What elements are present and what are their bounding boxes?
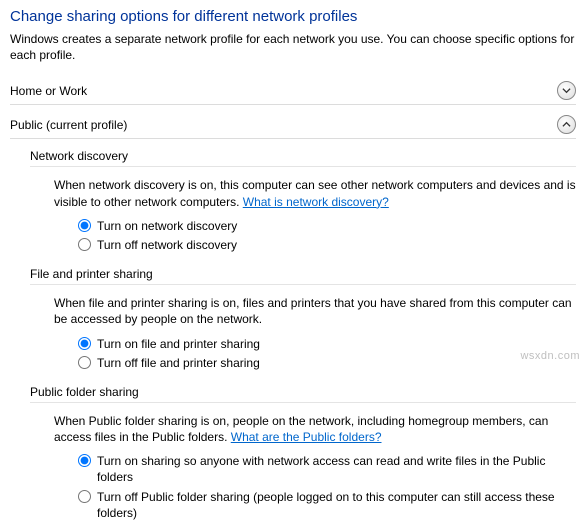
section-label-home-or-work: Home or Work <box>10 84 87 98</box>
heading-network-discovery: Network discovery <box>30 149 576 167</box>
radio-file-printer-on[interactable] <box>78 337 91 350</box>
label-public-folder-on[interactable]: Turn on sharing so anyone with network a… <box>97 453 576 485</box>
page-title: Change sharing options for different net… <box>10 8 576 25</box>
radio-public-folder-off[interactable] <box>78 490 91 503</box>
text-public-folder: When Public folder sharing is on, people… <box>54 413 576 445</box>
section-public[interactable]: Public (current profile) <box>10 115 576 139</box>
chevron-up-icon <box>557 115 576 134</box>
section-label-public: Public (current profile) <box>10 118 127 132</box>
chevron-down-icon <box>557 81 576 100</box>
radio-file-printer-off[interactable] <box>78 356 91 369</box>
link-what-is-network-discovery[interactable]: What is network discovery? <box>243 195 389 209</box>
subsection-network-discovery: Network discovery When network discovery… <box>10 149 576 253</box>
text-network-discovery: When network discovery is on, this compu… <box>54 177 576 209</box>
label-file-printer-on[interactable]: Turn on file and printer sharing <box>97 336 260 352</box>
link-what-are-public-folders[interactable]: What are the Public folders? <box>231 430 382 444</box>
page-description: Windows creates a separate network profi… <box>10 31 576 63</box>
radio-public-folder-on[interactable] <box>78 454 91 467</box>
subsection-public-folder: Public folder sharing When Public folder… <box>10 385 576 521</box>
label-network-discovery-off[interactable]: Turn off network discovery <box>97 237 237 253</box>
heading-file-printer: File and printer sharing <box>30 267 576 285</box>
subsection-file-printer: File and printer sharing When file and p… <box>10 267 576 371</box>
label-public-folder-off[interactable]: Turn off Public folder sharing (people l… <box>97 489 576 521</box>
radio-network-discovery-off[interactable] <box>78 238 91 251</box>
heading-public-folder: Public folder sharing <box>30 385 576 403</box>
radio-network-discovery-on[interactable] <box>78 219 91 232</box>
label-network-discovery-on[interactable]: Turn on network discovery <box>97 218 237 234</box>
text-file-printer: When file and printer sharing is on, fil… <box>54 295 576 327</box>
label-file-printer-off[interactable]: Turn off file and printer sharing <box>97 355 260 371</box>
watermark: wsxdn.com <box>520 350 580 362</box>
section-home-or-work[interactable]: Home or Work <box>10 81 576 105</box>
